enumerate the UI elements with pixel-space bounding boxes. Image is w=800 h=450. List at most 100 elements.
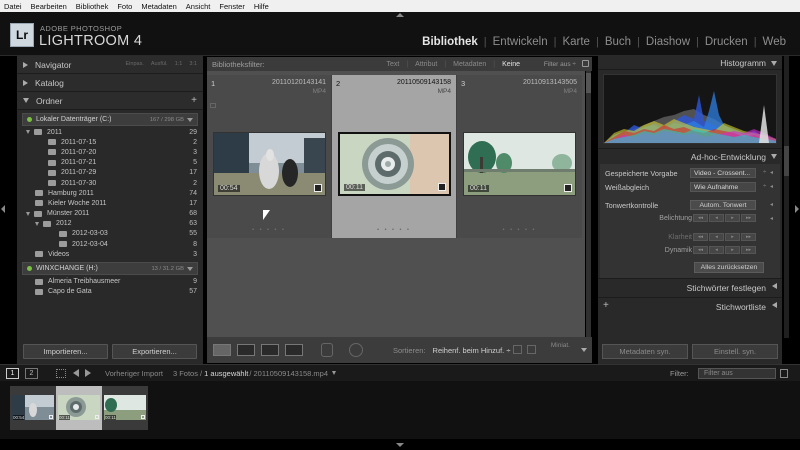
grid-cell[interactable]: 3 20110913143505 MP4 00:11 • • • • • xyxy=(457,75,582,238)
folder-item[interactable]: 2012 63 xyxy=(22,219,197,229)
compare-view-icon[interactable] xyxy=(261,344,279,356)
volume-h[interactable]: WINXCHANGE (H:) 13 / 31.2 GB xyxy=(22,262,198,276)
main-window-button[interactable]: 1 xyxy=(6,367,19,379)
module-entwickeln[interactable]: Entwickeln xyxy=(487,36,554,48)
quick-develop-header[interactable]: Ad-hoc-Entwicklung xyxy=(598,148,782,164)
module-buch[interactable]: Buch xyxy=(599,36,637,48)
folder-item[interactable]: 2011-07-15 2 xyxy=(22,137,197,147)
filmstrip-source[interactable]: Vorheriger Import xyxy=(105,369,163,378)
step-down-large-icon[interactable]: ◂◂ xyxy=(693,214,708,222)
flag-pick-icon[interactable] xyxy=(513,345,522,354)
loupe-view-icon[interactable] xyxy=(237,344,255,356)
section-toggle-icon[interactable]: ◂ xyxy=(770,215,774,222)
folder-item[interactable]: 2011-07-29 17 xyxy=(22,168,197,178)
sort-direction-icon[interactable] xyxy=(349,343,363,357)
navigator-header[interactable]: Navigator Einpas. Ausfül. 1:1 3:1 xyxy=(17,56,203,74)
back-arrow-icon[interactable] xyxy=(73,369,79,377)
menu-ansicht[interactable]: Ansicht xyxy=(186,2,211,11)
keyword-list-header[interactable]: + Stichwortliste xyxy=(598,297,782,316)
import-button[interactable]: Importieren... xyxy=(23,344,108,359)
grid-view-icon[interactable] xyxy=(213,344,231,356)
saved-preset-select[interactable]: Video - Crossent... xyxy=(690,168,756,178)
right-panel-scrollbar-thumb[interactable] xyxy=(784,146,789,176)
module-karte[interactable]: Karte xyxy=(556,36,596,48)
lock-icon[interactable] xyxy=(582,60,589,67)
toolbar-menu-icon[interactable] xyxy=(581,348,587,352)
folder-expanded-icon[interactable] xyxy=(35,221,39,226)
folder-item[interactable]: Kieler Woche 2011 17 xyxy=(22,198,197,208)
filmstrip-filter-select[interactable]: Filter aus xyxy=(698,368,776,379)
keywording-header[interactable]: Stichwörter festlegen xyxy=(598,278,782,297)
step-up-large-icon[interactable]: ▸▸ xyxy=(741,246,756,254)
flag-reject-icon[interactable] xyxy=(527,345,536,354)
folder-item[interactable]: 2011-07-30 2 xyxy=(22,178,197,188)
module-bibliothek[interactable]: Bibliothek xyxy=(416,36,484,48)
add-keyword-icon[interactable]: + xyxy=(603,300,609,311)
step-down-large-icon[interactable]: ◂◂ xyxy=(693,233,708,241)
grid-scrollbar-thumb[interactable] xyxy=(586,73,591,93)
video-badge-icon[interactable] xyxy=(314,184,322,192)
forward-arrow-icon[interactable] xyxy=(85,369,91,377)
menu-datei[interactable]: Datei xyxy=(4,2,22,11)
filter-lock-icon[interactable] xyxy=(780,369,788,378)
filmstrip-cell-selected[interactable]: 00:11 xyxy=(56,386,102,430)
cell-rating-dots[interactable]: • • • • • xyxy=(207,227,331,233)
folder-item[interactable]: 2011 29 xyxy=(22,127,197,137)
section-toggle-icon[interactable]: ◂ xyxy=(770,201,774,208)
right-panel-scrollbar[interactable] xyxy=(784,56,789,338)
folder-item[interactable]: 2012-03-04 8 xyxy=(22,239,197,249)
volume-dropdown-icon[interactable] xyxy=(187,267,193,272)
menu-metadaten[interactable]: Metadaten xyxy=(141,2,176,11)
filter-attribute[interactable]: Attribut xyxy=(408,61,444,68)
white-balance-select[interactable]: Wie Aufnahme xyxy=(690,182,756,192)
video-thumbnail[interactable]: 00:11 xyxy=(338,132,451,196)
collapse-bottom-panel-icon[interactable] xyxy=(396,443,404,447)
flag-icon[interactable] xyxy=(210,103,216,108)
auto-tone-button[interactable]: Autom. Tonwert xyxy=(690,200,756,210)
filmstrip-thumbnail[interactable]: 00:11 xyxy=(104,395,146,420)
menu-hilfe[interactable]: Hilfe xyxy=(254,2,269,11)
filter-preset-select[interactable]: Filter aus ÷ xyxy=(544,61,576,68)
folder-item[interactable]: Videos 3 xyxy=(22,249,197,259)
step-up-icon[interactable]: ▸ xyxy=(725,246,740,254)
filter-metadata[interactable]: Metadaten xyxy=(446,61,493,68)
folder-item[interactable]: Hamburg 2011 74 xyxy=(22,188,197,198)
module-drucken[interactable]: Drucken xyxy=(699,36,754,48)
menu-foto[interactable]: Foto xyxy=(117,2,132,11)
filter-none[interactable]: Keine xyxy=(495,61,527,68)
cell-rating-dots[interactable]: • • • • • xyxy=(457,227,582,233)
step-up-large-icon[interactable]: ▸▸ xyxy=(741,233,756,241)
folder-item[interactable]: 2011-07-21 5 xyxy=(22,158,197,168)
section-toggle-icon[interactable]: ÷ ◂ xyxy=(763,183,774,190)
menu-fenster[interactable]: Fenster xyxy=(219,2,244,11)
step-down-icon[interactable]: ◂ xyxy=(709,246,724,254)
filmstrip-thumbnail[interactable]: 00:11 xyxy=(58,395,100,420)
video-badge-icon[interactable] xyxy=(438,183,446,191)
reset-all-button[interactable]: Alles zurücksetzen xyxy=(694,262,764,273)
filmstrip-cell[interactable]: 00:54 xyxy=(10,386,56,430)
add-folder-icon[interactable]: + xyxy=(191,95,197,106)
step-up-icon[interactable]: ▸ xyxy=(725,233,740,241)
folder-item[interactable]: Almeria Treibhausmeer 9 xyxy=(22,276,197,286)
folders-header[interactable]: Ordner + xyxy=(17,92,203,110)
zoom-fill[interactable]: Ausfül. xyxy=(151,61,168,67)
catalog-header[interactable]: Katalog xyxy=(17,74,203,92)
zoom-fit[interactable]: Einpas. xyxy=(126,61,144,67)
filmstrip-cell[interactable]: 00:11 xyxy=(102,386,148,430)
step-down-large-icon[interactable]: ◂◂ xyxy=(693,246,708,254)
sort-order-select[interactable]: Reihenf. beim Hinzuf. ÷ xyxy=(433,346,511,355)
sync-settings-button[interactable]: Einstell. syn. xyxy=(692,344,778,359)
step-up-icon[interactable]: ▸ xyxy=(725,214,740,222)
survey-view-icon[interactable] xyxy=(285,344,303,356)
grid-cell-selected[interactable]: 2 20110509143158 MP4 00:11 • • • • • xyxy=(332,75,457,238)
volume-dropdown-icon[interactable] xyxy=(187,118,193,122)
folder-expanded-icon[interactable] xyxy=(26,211,30,216)
collapse-right-panel-icon[interactable] xyxy=(795,205,799,213)
cell-rating-dots[interactable]: • • • • • xyxy=(332,227,456,233)
step-down-icon[interactable]: ◂ xyxy=(709,233,724,241)
folder-expanded-icon[interactable] xyxy=(26,130,30,135)
grid-view-icon[interactable] xyxy=(56,368,66,378)
step-down-icon[interactable]: ◂ xyxy=(709,214,724,222)
histogram-header[interactable]: Histogramm xyxy=(598,56,782,70)
volume-c[interactable]: Lokaler Datenträger (C:) 167 / 298 GB xyxy=(22,113,198,126)
